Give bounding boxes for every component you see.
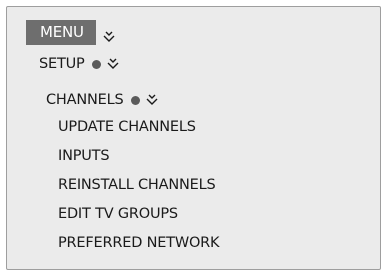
menu-item-preferred-network[interactable]: PREFERRED NETWORK	[58, 235, 220, 251]
menu-item-edit-tv-groups[interactable]: EDIT TV GROUPS	[58, 206, 178, 222]
menu-item-update-channels[interactable]: UPDATE CHANNELS	[58, 119, 196, 135]
menu-item-label: UPDATE CHANNELS	[58, 119, 196, 135]
chevron-down-icon	[106, 58, 120, 70]
menu-header[interactable]: MENU	[26, 20, 116, 45]
menu-item-inputs[interactable]: INPUTS	[58, 148, 110, 164]
menu-path-channels[interactable]: CHANNELS	[46, 92, 159, 108]
menu-path-setup[interactable]: SETUP	[39, 56, 120, 72]
menu-title[interactable]: MENU	[26, 20, 96, 45]
menu-item-label: EDIT TV GROUPS	[58, 206, 178, 222]
menu-item-label: REINSTALL CHANNELS	[58, 177, 216, 193]
menu-item-label: INPUTS	[58, 148, 110, 164]
menu-item-reinstall-channels[interactable]: REINSTALL CHANNELS	[58, 177, 216, 193]
menu-panel: MENU SETUP CHANNELS UPDATE CHANNELS INPU…	[6, 6, 381, 270]
menu-path-label: SETUP	[39, 56, 85, 72]
menu-item-label: PREFERRED NETWORK	[58, 235, 220, 251]
dot-icon	[91, 59, 101, 69]
menu-path-label: CHANNELS	[46, 92, 124, 108]
dot-icon	[130, 95, 140, 105]
chevron-down-icon	[102, 31, 116, 43]
chevron-down-icon	[145, 94, 159, 106]
